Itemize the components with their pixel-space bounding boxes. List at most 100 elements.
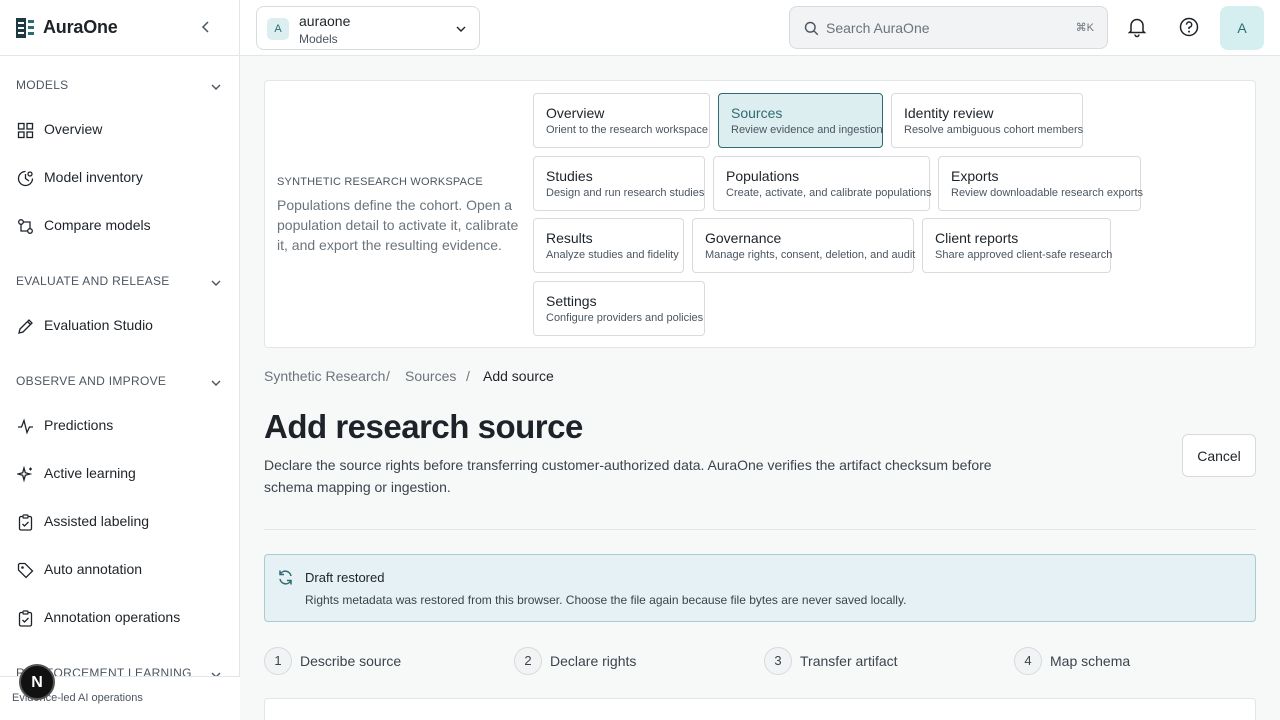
- card-description: Orient to the research workspace: [546, 124, 709, 136]
- chevron-down-icon: [456, 26, 466, 32]
- compare-icon: [18, 219, 33, 234]
- sidebar-item-annotation-operations[interactable]: Annotation operations: [8, 600, 232, 636]
- sidebar-item-auto-annotation[interactable]: Auto annotation: [8, 552, 232, 588]
- sidebar-item-evaluation-studio[interactable]: Evaluation Studio: [8, 308, 232, 344]
- card-description: Review evidence and ingestion: [731, 124, 883, 136]
- workspace-card-sources[interactable]: Sources Review evidence and ingestion: [718, 93, 883, 148]
- card-title: Identity review: [904, 105, 994, 121]
- step-label: Describe source: [300, 653, 402, 669]
- card-title: Overview: [546, 105, 605, 121]
- help-icon[interactable]: [1178, 16, 1200, 38]
- sidebar-item-label: Model inventory: [44, 169, 143, 185]
- search-shortcut: ⌘K: [1075, 22, 1094, 34]
- step-label: Declare rights: [550, 653, 637, 669]
- sparkle-icon: [17, 466, 33, 483]
- sidebar-item-assisted-labeling[interactable]: Assisted labeling: [8, 504, 232, 540]
- workspace-card-studies[interactable]: Studies Design and run research studies: [533, 156, 705, 211]
- card-description: Manage rights, consent, deletion, and au…: [705, 249, 916, 261]
- breadcrumb-sources[interactable]: Sources: [405, 368, 456, 384]
- sidebar-item-compare-models[interactable]: Compare models: [8, 208, 232, 244]
- step-number: 3: [764, 647, 792, 675]
- breadcrumb-separator: /: [386, 368, 390, 384]
- workspace-card-exports[interactable]: Exports Review downloadable research exp…: [938, 156, 1143, 211]
- card-description: Design and run research studies: [546, 187, 705, 199]
- workspace-card-settings[interactable]: Settings Configure providers and policie…: [533, 281, 705, 336]
- page-description: Declare the source rights before transfe…: [264, 457, 992, 495]
- sidebar-item-label: Evaluation Studio: [44, 317, 153, 333]
- sidebar-item-label: Active learning: [44, 465, 136, 481]
- section-label: MODELS: [16, 78, 69, 92]
- tag-icon: [17, 562, 34, 579]
- search-input[interactable]: [826, 17, 1066, 39]
- brand-name: AuraOne: [43, 17, 118, 37]
- alert-title: Draft restored: [305, 570, 385, 585]
- org-switcher[interactable]: A auraone Models: [256, 6, 480, 50]
- sidebar-item-label: Annotation operations: [44, 609, 181, 625]
- sidebar-item-label: Overview: [44, 121, 103, 137]
- org-context: Models: [299, 32, 338, 46]
- card-title: Populations: [726, 168, 800, 184]
- card-description: Review downloadable research exports: [951, 187, 1143, 199]
- brand-header: AuraOne: [0, 0, 240, 56]
- breadcrumb-synthetic-research[interactable]: Synthetic Research: [264, 368, 385, 384]
- topbar: A auraone Models ⌘K A: [240, 0, 1280, 56]
- refresh-icon: [279, 570, 292, 585]
- pencil-icon: [18, 319, 33, 334]
- section-label: OBSERVE AND IMPROVE: [16, 374, 167, 388]
- sidebar-item-label: Predictions: [44, 417, 114, 433]
- sidebar-item-model-inventory[interactable]: Model inventory: [8, 160, 232, 196]
- sidebar-item-overview[interactable]: Overview: [8, 112, 232, 148]
- workspace-card-results[interactable]: Results Analyze studies and fidelity: [533, 218, 684, 273]
- sidebar-item-label: Assisted labeling: [44, 513, 150, 529]
- section-observe-and-improve[interactable]: OBSERVE AND IMPROVE: [16, 374, 224, 394]
- breadcrumb-separator: /: [466, 368, 470, 384]
- workspace-card-governance[interactable]: Governance Manage rights, consent, delet…: [692, 218, 916, 273]
- section-label: EVALUATE AND RELEASE: [16, 274, 170, 288]
- chevron-down-icon: [211, 380, 221, 386]
- card-description: Configure providers and policies: [546, 312, 704, 324]
- workspace-label: SYNTHETIC RESEARCH WORKSPACE: [277, 176, 483, 188]
- chevron-down-icon: [211, 280, 221, 286]
- bell-icon[interactable]: [1126, 16, 1148, 38]
- sidebar-item-active-learning[interactable]: Active learning: [8, 456, 232, 492]
- clipboard-check-icon: [18, 610, 33, 627]
- card-title: Results: [546, 230, 593, 246]
- card-description: Share approved client-safe research: [935, 249, 1113, 261]
- search-box[interactable]: ⌘K: [789, 6, 1108, 49]
- clipboard-icon: [18, 514, 33, 531]
- sidebar-item-predictions[interactable]: Predictions: [8, 408, 232, 444]
- step-label: Transfer artifact: [800, 653, 898, 669]
- grid-icon: [17, 122, 34, 139]
- workspace-card-client-reports[interactable]: Client reports Share approved client-saf…: [922, 218, 1113, 273]
- workspace-card-populations[interactable]: Populations Create, activate, and calibr…: [713, 156, 932, 211]
- form-card: [264, 698, 1256, 720]
- step-number: 4: [1014, 647, 1042, 675]
- card-description: Resolve ambiguous cohort members: [904, 124, 1084, 136]
- cancel-button[interactable]: Cancel: [1182, 434, 1256, 477]
- section-evaluate-and-release[interactable]: EVALUATE AND RELEASE: [16, 274, 224, 294]
- alert-message: Rights metadata was restored from this b…: [305, 593, 907, 607]
- card-title: Exports: [951, 168, 999, 184]
- card-title: Settings: [546, 293, 597, 309]
- divider: [264, 529, 1256, 530]
- workspace-card-overview[interactable]: Overview Orient to the research workspac…: [533, 93, 710, 148]
- step-label: Map schema: [1050, 653, 1131, 669]
- auraone-logo-icon: [16, 18, 34, 38]
- section-models[interactable]: MODELS: [16, 78, 224, 98]
- model-icon: [17, 170, 34, 187]
- activity-icon: [18, 418, 33, 435]
- workspace-card-identity-review[interactable]: Identity review Resolve ambiguous cohort…: [891, 93, 1083, 148]
- org-name: auraone: [299, 13, 351, 29]
- card-title: Governance: [705, 230, 782, 246]
- sidebar: AuraOne MODELS Overview Model inventory …: [0, 0, 240, 720]
- n-badge-button[interactable]: N: [19, 664, 55, 700]
- search-icon: [804, 21, 819, 36]
- sidebar-item-label: Auto annotation: [44, 561, 143, 577]
- card-title: Studies: [546, 168, 593, 184]
- card-title: Client reports: [935, 230, 1019, 246]
- user-avatar[interactable]: A: [1220, 6, 1264, 50]
- workspace-description: Populations define the cohort. Open a po…: [277, 197, 519, 253]
- card-description: Create, activate, and calibrate populati…: [726, 187, 932, 199]
- collapse-sidebar-icon[interactable]: [198, 19, 214, 35]
- breadcrumb-current: Add source: [483, 368, 554, 384]
